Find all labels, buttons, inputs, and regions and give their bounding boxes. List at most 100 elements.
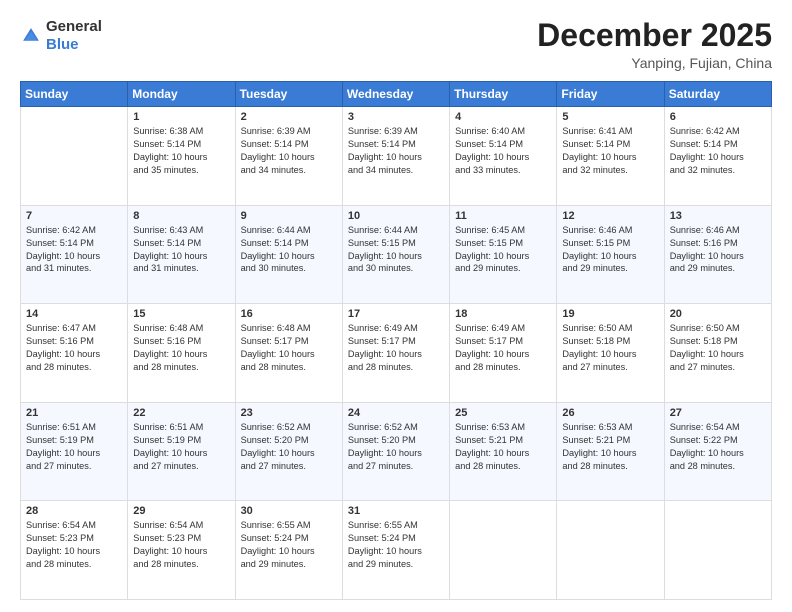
calendar-cell: 2 Sunrise: 6:39 AM Sunset: 5:14 PM Daylig…: [235, 107, 342, 206]
calendar-cell: 3Sunrise: 6:39 AM Sunset: 5:14 PM Daylig…: [342, 107, 449, 206]
location: Yanping, Fujian, China: [537, 55, 772, 71]
calendar-cell: 1 Sunrise: 6:38 AM Sunset: 5:14 PM Daylig…: [128, 107, 235, 206]
day-info: Sunrise: 6:43 AM Sunset: 5:14 PM Dayligh…: [133, 224, 229, 276]
day-info: Sunrise: 6:39 AM Sunset: 5:14 PM Dayligh…: [241, 125, 337, 177]
calendar-cell: 15 Sunrise: 6:48 AM Sunset: 5:16 PM Dayli…: [128, 304, 235, 403]
day-number: 20: [670, 308, 766, 320]
day-number: 1: [133, 111, 229, 123]
logo-general-text: General: [46, 18, 102, 35]
calendar-cell: 14Sunrise: 6:47 AM Sunset: 5:16 PM Dayli…: [21, 304, 128, 403]
day-info: Sunrise: 6:48 AM Sunset: 5:17 PM Dayligh…: [241, 322, 337, 374]
calendar-cell: [557, 501, 664, 600]
weekday-header-tuesday: Tuesday: [235, 82, 342, 107]
day-info: Sunrise: 6:46 AM Sunset: 5:16 PM Dayligh…: [670, 224, 766, 276]
day-number: 11: [455, 210, 551, 222]
day-number: 19: [562, 308, 658, 320]
day-info: Sunrise: 6:54 AM Sunset: 5:23 PM Dayligh…: [133, 519, 229, 571]
logo-icon: [20, 25, 42, 47]
day-info: Sunrise: 6:42 AM Sunset: 5:14 PM Dayligh…: [26, 224, 122, 276]
day-number: 25: [455, 407, 551, 419]
day-number: 6: [670, 111, 766, 123]
calendar-cell: 21Sunrise: 6:51 AM Sunset: 5:19 PM Dayli…: [21, 402, 128, 501]
month-title: December 2025: [537, 18, 772, 53]
day-info: Sunrise: 6:40 AM Sunset: 5:14 PM Dayligh…: [455, 125, 551, 177]
day-info: Sunrise: 6:52 AM Sunset: 5:20 PM Dayligh…: [241, 421, 337, 473]
day-info: Sunrise: 6:51 AM Sunset: 5:19 PM Dayligh…: [133, 421, 229, 473]
day-info: Sunrise: 6:55 AM Sunset: 5:24 PM Dayligh…: [348, 519, 444, 571]
week-row-4: 21 Sunrise: 6:51 AM Sunset: 5:19 PM Dayli…: [21, 402, 772, 501]
weekday-header-thursday: Thursday: [450, 82, 557, 107]
day-info: Sunrise: 6:48 AM Sunset: 5:16 PM Dayligh…: [133, 322, 229, 374]
day-info: Sunrise: 6:50 AM Sunset: 5:18 PM Dayligh…: [562, 322, 658, 374]
weekday-header-saturday: Saturday: [664, 82, 771, 107]
day-info: Sunrise: 6:44 AM Sunset: 5:14 PM Dayligh…: [241, 224, 337, 276]
day-info: Sunrise: 6:50 AM Sunset: 5:18 PM Dayligh…: [670, 322, 766, 374]
calendar-cell: 22 Sunrise: 6:51 AM Sunset: 5:19 PM Dayli…: [128, 402, 235, 501]
calendar-cell: 16 Sunrise: 6:48 AM Sunset: 5:17 PM Dayli…: [235, 304, 342, 403]
header: General Blue December 2025 Yanping, Fuji…: [20, 18, 772, 71]
day-number: 13: [670, 210, 766, 222]
day-info: Sunrise: 6:54 AM Sunset: 5:23 PM Dayligh…: [26, 519, 122, 571]
calendar-cell: 17 Sunrise: 6:49 AM Sunset: 5:17 PM Dayli…: [342, 304, 449, 403]
calendar-cell: 12Sunrise: 6:46 AM Sunset: 5:15 PM Dayli…: [557, 205, 664, 304]
calendar-cell: [664, 501, 771, 600]
calendar-table: SundayMondayTuesdayWednesdayThursdayFrid…: [20, 81, 772, 600]
day-number: 21: [26, 407, 122, 419]
calendar-cell: 9 Sunrise: 6:44 AM Sunset: 5:14 PM Daylig…: [235, 205, 342, 304]
week-row-3: 14Sunrise: 6:47 AM Sunset: 5:16 PM Dayli…: [21, 304, 772, 403]
day-number: 4: [455, 111, 551, 123]
weekday-header-sunday: Sunday: [21, 82, 128, 107]
day-number: 23: [241, 407, 337, 419]
calendar-cell: [450, 501, 557, 600]
day-number: 16: [241, 308, 337, 320]
week-row-1: 1 Sunrise: 6:38 AM Sunset: 5:14 PM Daylig…: [21, 107, 772, 206]
day-number: 27: [670, 407, 766, 419]
day-number: 30: [241, 505, 337, 517]
day-info: Sunrise: 6:45 AM Sunset: 5:15 PM Dayligh…: [455, 224, 551, 276]
day-number: 17: [348, 308, 444, 320]
calendar-cell: 31Sunrise: 6:55 AM Sunset: 5:24 PM Dayli…: [342, 501, 449, 600]
day-number: 5: [562, 111, 658, 123]
day-info: Sunrise: 6:46 AM Sunset: 5:15 PM Dayligh…: [562, 224, 658, 276]
calendar-cell: 10 Sunrise: 6:44 AM Sunset: 5:15 PM Dayli…: [342, 205, 449, 304]
day-number: 2: [241, 111, 337, 123]
day-info: Sunrise: 6:53 AM Sunset: 5:21 PM Dayligh…: [455, 421, 551, 473]
weekday-header-wednesday: Wednesday: [342, 82, 449, 107]
day-number: 29: [133, 505, 229, 517]
day-number: 24: [348, 407, 444, 419]
day-number: 26: [562, 407, 658, 419]
calendar-cell: 11 Sunrise: 6:45 AM Sunset: 5:15 PM Dayli…: [450, 205, 557, 304]
day-info: Sunrise: 6:54 AM Sunset: 5:22 PM Dayligh…: [670, 421, 766, 473]
day-info: Sunrise: 6:38 AM Sunset: 5:14 PM Dayligh…: [133, 125, 229, 177]
day-info: Sunrise: 6:44 AM Sunset: 5:15 PM Dayligh…: [348, 224, 444, 276]
week-row-2: 7Sunrise: 6:42 AM Sunset: 5:14 PM Daylig…: [21, 205, 772, 304]
day-number: 22: [133, 407, 229, 419]
day-number: 8: [133, 210, 229, 222]
day-info: Sunrise: 6:49 AM Sunset: 5:17 PM Dayligh…: [455, 322, 551, 374]
day-number: 10: [348, 210, 444, 222]
calendar-cell: 13 Sunrise: 6:46 AM Sunset: 5:16 PM Dayli…: [664, 205, 771, 304]
calendar-cell: 8 Sunrise: 6:43 AM Sunset: 5:14 PM Daylig…: [128, 205, 235, 304]
day-number: 9: [241, 210, 337, 222]
logo: General Blue: [20, 18, 102, 54]
day-info: Sunrise: 6:41 AM Sunset: 5:14 PM Dayligh…: [562, 125, 658, 177]
day-info: Sunrise: 6:49 AM Sunset: 5:17 PM Dayligh…: [348, 322, 444, 374]
day-number: 15: [133, 308, 229, 320]
calendar-cell: 28 Sunrise: 6:54 AM Sunset: 5:23 PM Dayli…: [21, 501, 128, 600]
day-info: Sunrise: 6:42 AM Sunset: 5:14 PM Dayligh…: [670, 125, 766, 177]
calendar-cell: 20 Sunrise: 6:50 AM Sunset: 5:18 PM Dayli…: [664, 304, 771, 403]
calendar-cell: 26Sunrise: 6:53 AM Sunset: 5:21 PM Dayli…: [557, 402, 664, 501]
calendar-cell: 23 Sunrise: 6:52 AM Sunset: 5:20 PM Dayli…: [235, 402, 342, 501]
weekday-header-friday: Friday: [557, 82, 664, 107]
day-info: Sunrise: 6:47 AM Sunset: 5:16 PM Dayligh…: [26, 322, 122, 374]
day-number: 28: [26, 505, 122, 517]
weekday-header-monday: Monday: [128, 82, 235, 107]
day-info: Sunrise: 6:52 AM Sunset: 5:20 PM Dayligh…: [348, 421, 444, 473]
calendar-cell: 27 Sunrise: 6:54 AM Sunset: 5:22 PM Dayli…: [664, 402, 771, 501]
calendar-cell: 18Sunrise: 6:49 AM Sunset: 5:17 PM Dayli…: [450, 304, 557, 403]
title-block: December 2025 Yanping, Fujian, China: [537, 18, 772, 71]
calendar-cell: [21, 107, 128, 206]
day-number: 3: [348, 111, 444, 123]
calendar-cell: 24 Sunrise: 6:52 AM Sunset: 5:20 PM Dayli…: [342, 402, 449, 501]
day-info: Sunrise: 6:55 AM Sunset: 5:24 PM Dayligh…: [241, 519, 337, 571]
